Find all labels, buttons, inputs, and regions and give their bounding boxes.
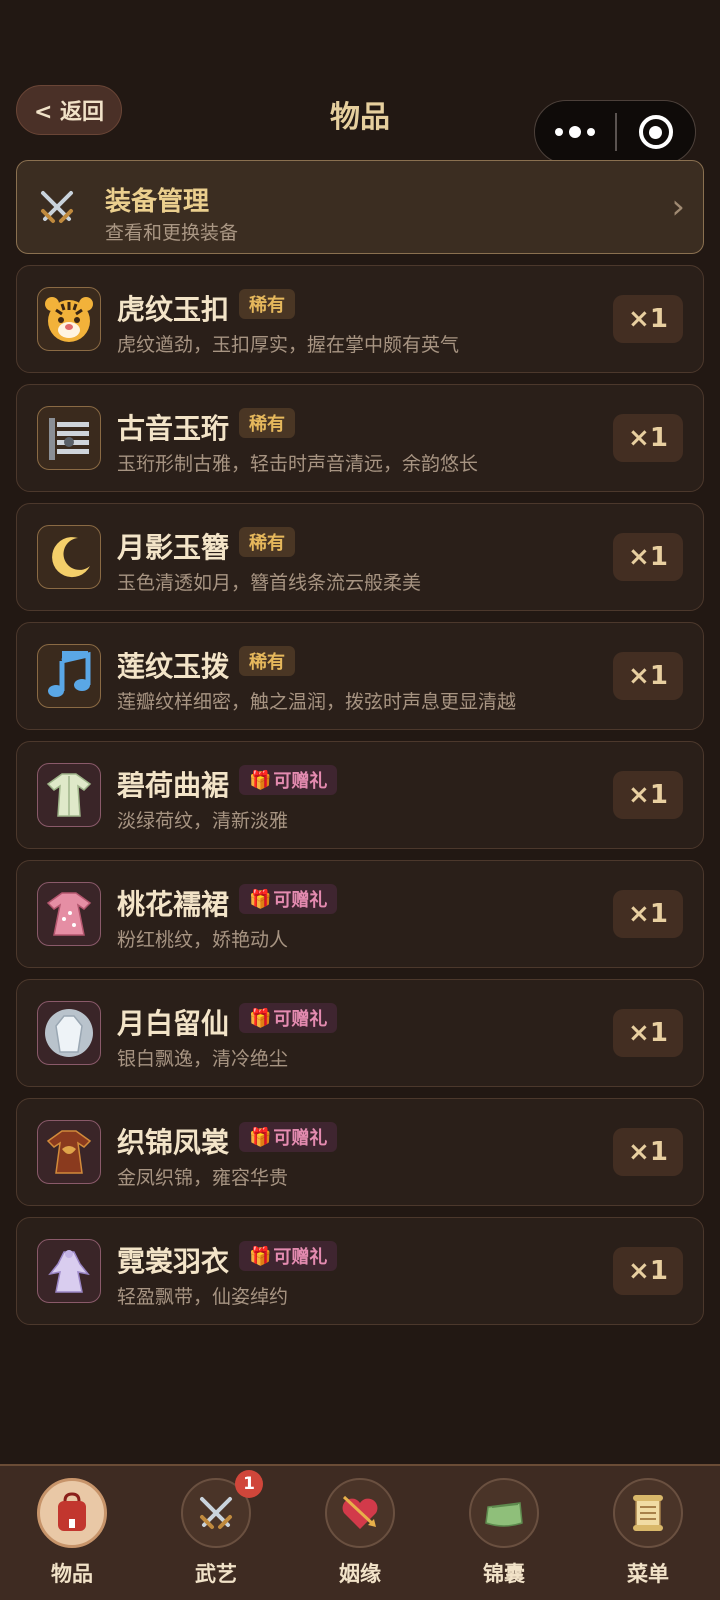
scroll-icon [613,1478,683,1548]
item-description: 玉色清透如月，簪首线条流云般柔美 [117,572,422,594]
item-quantity: ×1 [613,533,683,581]
item-description: 轻盈飘带，仙姿绰约 [117,1286,289,1308]
item-description: 莲瓣纹样细密，触之温润，拨弦时声息更显清越 [117,691,517,713]
item-quantity: ×1 [613,295,683,343]
item-quantity: ×1 [613,414,683,462]
music-note-icon [37,644,101,708]
backpack-icon [37,1478,107,1548]
item-row[interactable]: 碧荷曲裾 🎁 可赠礼 淡绿荷纹，清新淡雅 ×1 [16,741,704,849]
nav-label: 菜单 [627,1562,669,1586]
item-name: 古音玉珩 [117,412,230,445]
gift-badge: 🎁 可赠礼 [239,1003,338,1033]
gift-icon: 🎁 [249,1245,272,1267]
gift-icon: 🎁 [249,888,272,910]
rarity-badge: 稀有 [239,408,295,438]
nav-item-pouch[interactable]: 锦囊 [449,1478,559,1596]
nav-label: 锦囊 [483,1562,525,1586]
item-row[interactable]: 月白留仙 🎁 可赠礼 银白飘逸，清冷绝尘 ×1 [16,979,704,1087]
item-quantity: ×1 [613,771,683,819]
rarity-badge: 稀有 [239,646,295,676]
notification-badge: 1 [235,1470,263,1498]
nav-item-romance[interactable]: 姻缘 [305,1478,415,1596]
feather-gown-icon [37,1239,101,1303]
crossed-swords-icon [41,191,73,223]
equipment-management-entry[interactable]: 装备管理 查看和更换装备 › [16,160,704,254]
inventory-page: < 返回 物品 装备管理 查看和更换装备 › 虎纹玉扣 稀有 虎纹遒劲，玉扣厚实… [0,0,720,1600]
item-description: 虎纹遒劲，玉扣厚实，握在掌中颇有英气 [117,334,460,356]
item-row[interactable]: 古音玉珩 稀有 玉珩形制古雅，轻击时声音清远，余韵悠长 ×1 [16,384,704,492]
equip-subtitle: 查看和更换装备 [105,222,239,244]
pouch-icon [469,1478,539,1548]
close-target-icon[interactable] [617,115,696,149]
gift-badge: 🎁 可赠礼 [239,765,338,795]
back-label: < 返回 [33,100,105,125]
item-quantity: ×1 [613,1128,683,1176]
gift-badge: 🎁 可赠礼 [239,1122,338,1152]
nav-label: 武艺 [195,1562,237,1586]
nav-item-menu[interactable]: 菜单 [593,1478,703,1596]
item-row[interactable]: 莲纹玉拨 稀有 莲瓣纹样细密，触之温润，拨弦时声息更显清越 ×1 [16,622,704,730]
item-name: 碧荷曲裾 [117,769,230,802]
nav-label: 姻缘 [339,1562,381,1586]
nav-item-items[interactable]: 物品 [17,1478,127,1596]
item-description: 金凤织锦，雍容华贵 [117,1167,289,1189]
white-gown-icon [37,1001,101,1065]
item-description: 玉珩形制古雅，轻击时声音清远，余韵悠长 [117,453,479,475]
green-robe-icon [37,763,101,827]
bottom-navigation: 物品 1 武艺 姻缘 锦囊 菜单 [0,1464,720,1600]
item-name: 桃花襦裙 [117,888,230,921]
item-row[interactable]: 霓裳羽衣 🎁 可赠礼 轻盈飘带，仙姿绰约 ×1 [16,1217,704,1325]
nav-item-martial-arts[interactable]: 1 武艺 [161,1470,271,1596]
item-description: 银白飘逸，清冷绝尘 [117,1048,289,1070]
rarity-badge: 稀有 [239,289,295,319]
equip-title: 装备管理 [105,187,210,217]
item-row[interactable]: 织锦凤裳 🎁 可赠礼 金凤织锦，雍容华贵 ×1 [16,1098,704,1206]
gift-badge: 🎁 可赠礼 [239,884,338,914]
item-name: 莲纹玉拨 [117,650,230,683]
back-button[interactable]: < 返回 [16,85,122,135]
pink-dress-icon [37,882,101,946]
item-description: 粉红桃纹，娇艳动人 [117,929,289,951]
item-quantity: ×1 [613,890,683,938]
item-name: 虎纹玉扣 [117,293,230,326]
gift-icon: 🎁 [249,1126,272,1148]
item-quantity: ×1 [613,652,683,700]
item-quantity: ×1 [613,1247,683,1295]
rarity-badge: 稀有 [239,527,295,557]
item-row[interactable]: 月影玉簪 稀有 玉色清透如月，簪首线条流云般柔美 ×1 [16,503,704,611]
item-quantity: ×1 [613,1009,683,1057]
tiger-icon [37,287,101,351]
heart-arrow-icon [325,1478,395,1548]
moon-icon [37,525,101,589]
item-name: 月白留仙 [117,1007,230,1040]
phoenix-robe-icon [37,1120,101,1184]
item-name: 霓裳羽衣 [117,1245,230,1278]
item-row[interactable]: 虎纹玉扣 稀有 虎纹遒劲，玉扣厚实，握在掌中颇有英气 ×1 [16,265,704,373]
more-options-icon[interactable] [535,126,615,138]
gift-icon: 🎁 [249,1007,272,1029]
item-row[interactable]: 桃花襦裙 🎁 可赠礼 粉红桃纹，娇艳动人 ×1 [16,860,704,968]
chime-icon [37,406,101,470]
gift-icon: 🎁 [249,769,272,791]
item-name: 织锦凤裳 [117,1126,230,1159]
item-name: 月影玉簪 [117,531,230,564]
mini-program-capsule [534,100,696,164]
nav-label: 物品 [51,1562,93,1586]
item-description: 淡绿荷纹，清新淡雅 [117,810,289,832]
gift-badge: 🎁 可赠礼 [239,1241,338,1271]
chevron-right-icon: › [671,187,685,227]
